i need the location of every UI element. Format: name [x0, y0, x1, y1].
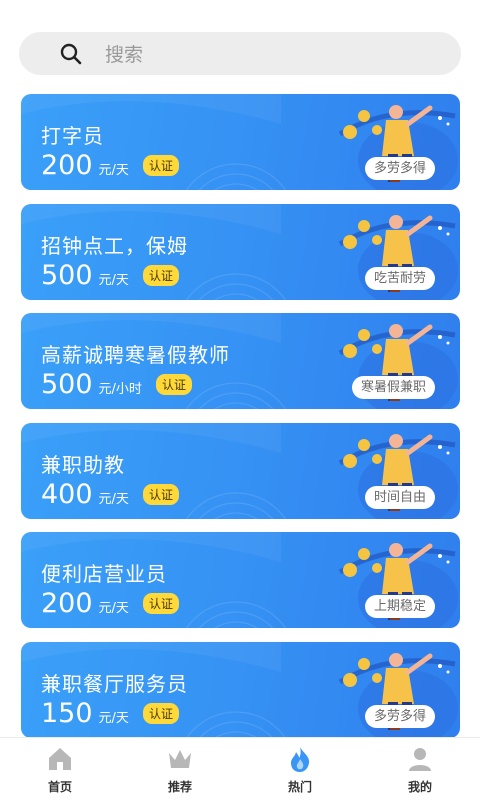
search-icon [59, 42, 83, 66]
job-tag: 上期稳定 [364, 595, 435, 618]
home-icon [46, 745, 74, 773]
tab-label: 热门 [287, 780, 312, 794]
salary-unit: 元/小时 [98, 382, 142, 397]
job-salary: 500 元/天 认证 [41, 259, 179, 291]
search-bar[interactable]: 搜索 [19, 32, 461, 75]
verified-badge: 认证 [142, 593, 179, 614]
salary-unit: 元/天 [98, 710, 129, 726]
bottom-tab-bar: 首页 推荐 热门 我的 [0, 737, 480, 800]
job-title: 打字员 [41, 124, 104, 148]
salary-unit: 元/天 [98, 601, 129, 616]
tab-label: 首页 [47, 780, 72, 794]
job-title: 兼职助教 [41, 452, 125, 477]
job-title: 兼职餐厅服务员 [41, 671, 188, 696]
crown-icon [166, 745, 194, 773]
app-screen: 搜索 打字员 200 元/天 认证 多劳多得 招钟点工，保姆 500 元/天 认… [0, 0, 480, 800]
job-tag: 寒暑假兼职 [351, 376, 435, 399]
job-salary: 200 元/天 认证 [41, 151, 179, 181]
job-title: 招钟点工，保姆 [41, 233, 188, 258]
job-tag: 多劳多得 [364, 704, 435, 728]
job-card[interactable]: 兼职助教 400 元/天 认证 时间自由 [21, 422, 460, 519]
tab-label: 我的 [407, 780, 432, 794]
job-card[interactable]: 兼职餐厅服务员 150 元/天 认证 多劳多得 [21, 641, 460, 738]
salary-amount: 400 [41, 478, 93, 510]
tab-0[interactable]: 首页 [0, 738, 120, 800]
job-card[interactable]: 打字员 200 元/天 认证 多劳多得 [21, 94, 460, 190]
verified-badge: 认证 [142, 264, 179, 286]
job-card[interactable]: 招钟点工，保姆 500 元/天 认证 吃苦耐劳 [21, 203, 460, 300]
job-salary: 200 元/天 认证 [41, 589, 179, 619]
tab-1[interactable]: 推荐 [120, 738, 240, 800]
job-list: 打字员 200 元/天 认证 多劳多得 招钟点工，保姆 500 元/天 认证 吃… [21, 94, 460, 751]
job-card[interactable]: 便利店营业员 200 元/天 认证 上期稳定 [21, 532, 460, 628]
salary-amount: 200 [41, 588, 93, 619]
user-icon [406, 745, 434, 773]
verified-badge: 认证 [142, 702, 179, 724]
job-title: 便利店营业员 [41, 562, 167, 586]
salary-amount: 500 [41, 369, 93, 400]
job-title: 高薪诚聘寒暑假教师 [41, 343, 230, 367]
verified-badge: 认证 [142, 155, 179, 176]
salary-unit: 元/天 [98, 491, 129, 507]
salary-amount: 500 [41, 259, 93, 291]
tab-3[interactable]: 我的 [360, 738, 480, 800]
flame-icon [286, 745, 314, 773]
salary-amount: 200 [41, 150, 93, 181]
search-placeholder: 搜索 [105, 44, 144, 66]
job-tag: 时间自由 [364, 485, 435, 509]
salary-amount: 150 [41, 697, 93, 729]
verified-badge: 认证 [155, 374, 192, 395]
job-tag: 多劳多得 [364, 157, 435, 180]
job-card[interactable]: 高薪诚聘寒暑假教师 500 元/小时 认证 寒暑假兼职 [21, 313, 460, 409]
tab-label: 推荐 [167, 780, 192, 794]
tab-2[interactable]: 热门 [240, 738, 360, 800]
job-tag: 吃苦耐劳 [364, 266, 435, 290]
salary-unit: 元/天 [98, 163, 129, 178]
job-salary: 500 元/小时 认证 [41, 370, 192, 400]
job-salary: 150 元/天 认证 [41, 697, 179, 729]
verified-badge: 认证 [142, 483, 179, 505]
salary-unit: 元/天 [98, 272, 129, 288]
job-salary: 400 元/天 认证 [41, 478, 179, 510]
